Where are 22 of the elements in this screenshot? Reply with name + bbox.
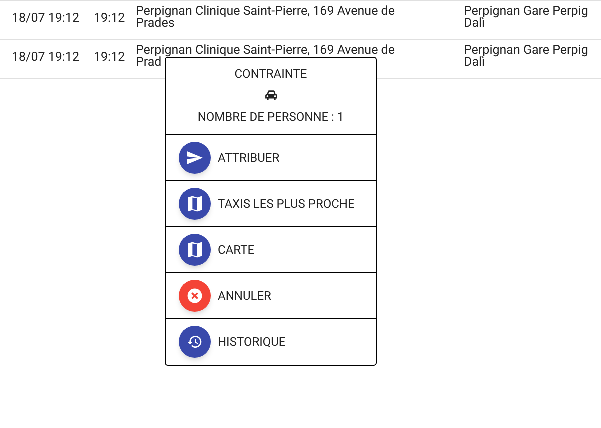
date-cell-text: 18/07 19:12 bbox=[12, 13, 80, 25]
menu-item[interactable]: HISTORIQUE bbox=[166, 319, 376, 365]
menu-item[interactable]: TAXIS LES PLUS PROCHE bbox=[166, 181, 376, 227]
destination-cell: Perpignan Gare Perpig Dalì bbox=[464, 6, 588, 30]
menu-item[interactable]: ATTRIBUER bbox=[166, 135, 376, 181]
menu-item[interactable]: ANNULER bbox=[166, 273, 376, 319]
map-icon bbox=[188, 196, 202, 212]
car-icon bbox=[264, 90, 278, 101]
menu-item[interactable]: CARTE bbox=[166, 227, 376, 273]
pickup-cell: Perpignan Clinique Saint-Pierre, 169 Avenue de bbox=[136, 45, 395, 57]
date-cell-text: 18/07 19:12 bbox=[12, 52, 80, 64]
time-cell-text: 19:12 bbox=[94, 52, 126, 64]
map-icon bbox=[188, 242, 202, 258]
destination-cell: Perpignan Gare Perpig Dalì bbox=[464, 45, 588, 69]
passenger-count: NOMBRE DE PERSONNE : 1 bbox=[198, 109, 344, 126]
history-icon bbox=[187, 334, 203, 350]
close-icon bbox=[187, 288, 203, 304]
pickup-cell-text: Perpignan Clinique Saint-Pierre, 169 Avenue de Prades bbox=[136, 6, 396, 30]
time-cell-text: 19:12 bbox=[94, 13, 126, 25]
send-icon bbox=[187, 150, 203, 164]
menu-title: CONTRAINTE bbox=[234, 66, 308, 83]
pickup-cell: Prad bbox=[136, 57, 162, 69]
